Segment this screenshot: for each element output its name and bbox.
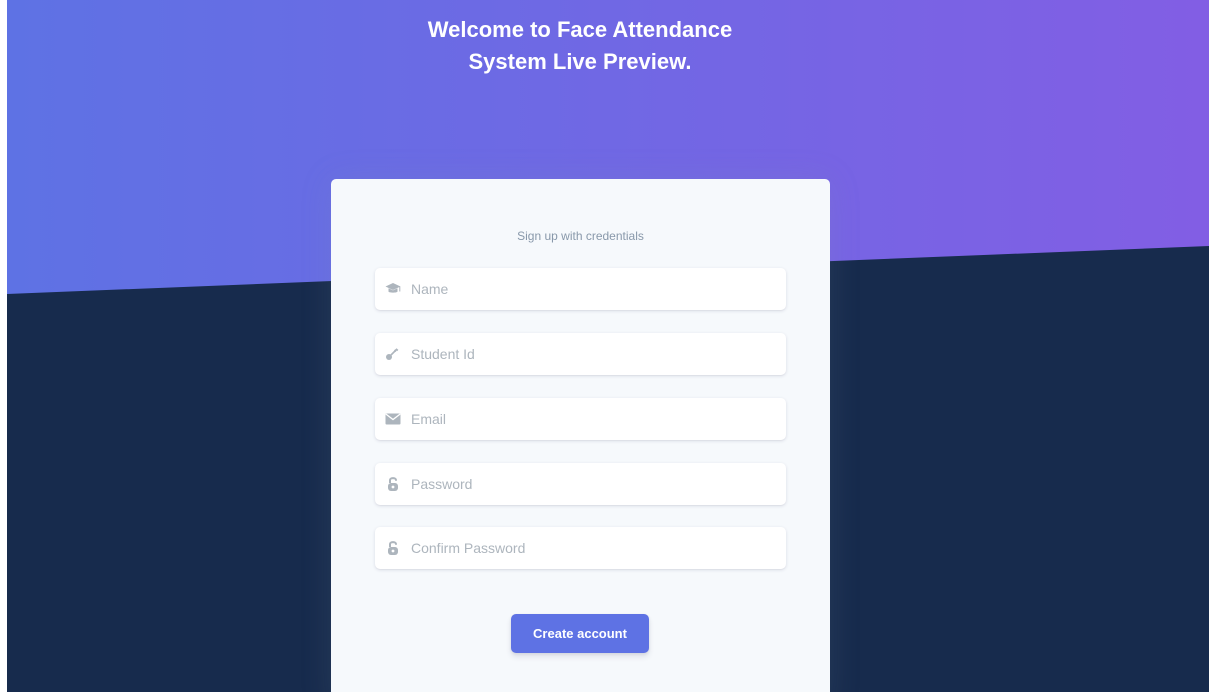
name-field-group bbox=[375, 268, 786, 310]
form-subtitle: Sign up with credentials bbox=[517, 229, 644, 243]
key-icon bbox=[375, 333, 411, 375]
lock-open-icon bbox=[375, 527, 411, 569]
page-title-line-1: Welcome to Face Attendance bbox=[427, 17, 733, 42]
email-input[interactable] bbox=[411, 399, 771, 439]
envelope-icon bbox=[375, 398, 411, 440]
password-field-group bbox=[375, 463, 786, 505]
confirm-password-field-group bbox=[375, 527, 786, 569]
confirm-password-input[interactable] bbox=[411, 528, 771, 568]
page-title-line-2: System Live Preview. bbox=[468, 49, 692, 74]
signup-page: Welcome to Face Attendance System Live P… bbox=[0, 0, 1209, 692]
email-field-group bbox=[375, 398, 786, 440]
password-input[interactable] bbox=[411, 464, 771, 504]
page-title: Welcome to Face Attendance System Live P… bbox=[330, 14, 830, 78]
graduation-cap-icon bbox=[375, 268, 411, 310]
student-id-input[interactable] bbox=[411, 334, 771, 374]
lock-open-icon bbox=[375, 463, 411, 505]
signup-card: Sign up with credentials Name Student Id… bbox=[331, 179, 830, 692]
student-id-field-group bbox=[375, 333, 786, 375]
name-input[interactable] bbox=[411, 269, 771, 309]
create-account-button[interactable]: Create account bbox=[511, 614, 649, 653]
